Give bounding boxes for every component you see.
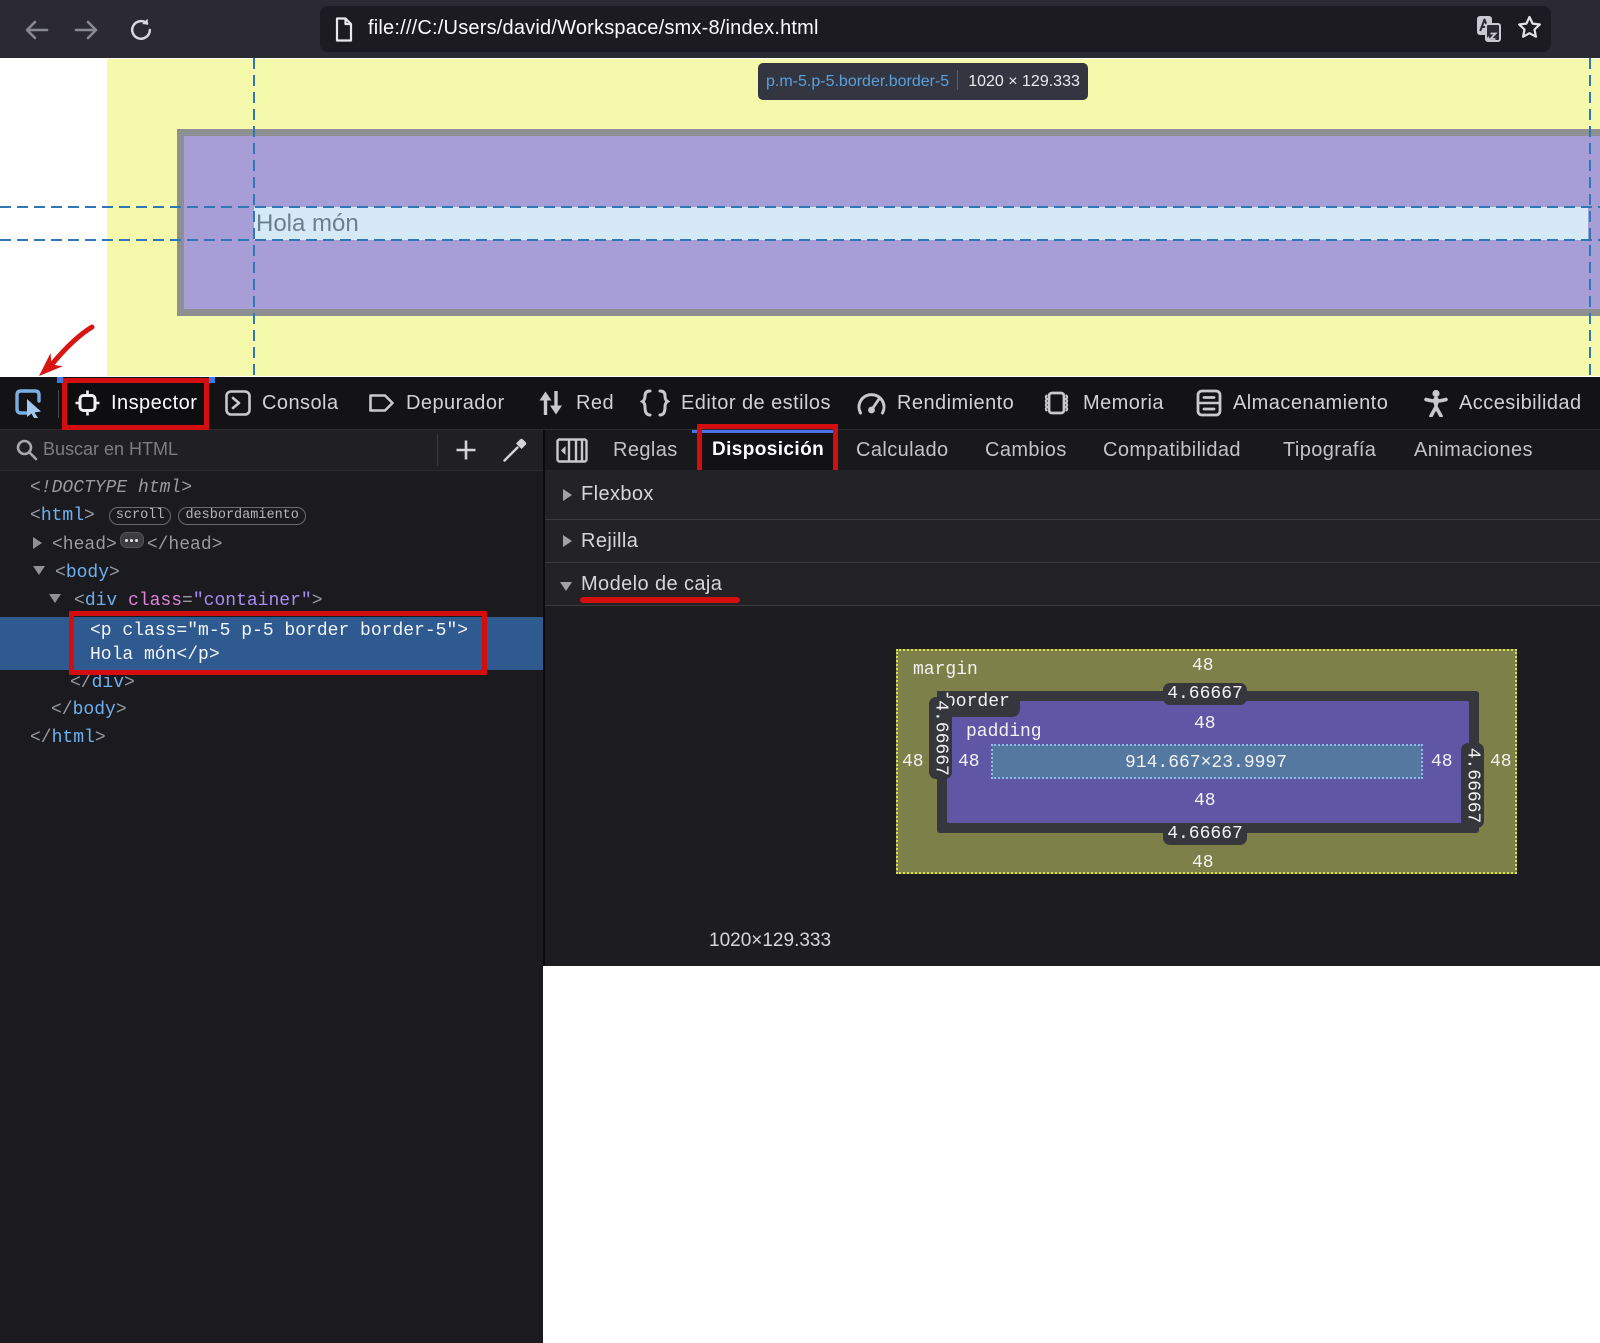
svg-text:4.66667: 4.66667 [1463, 748, 1483, 824]
svg-text:4.66667: 4.66667 [931, 700, 951, 776]
